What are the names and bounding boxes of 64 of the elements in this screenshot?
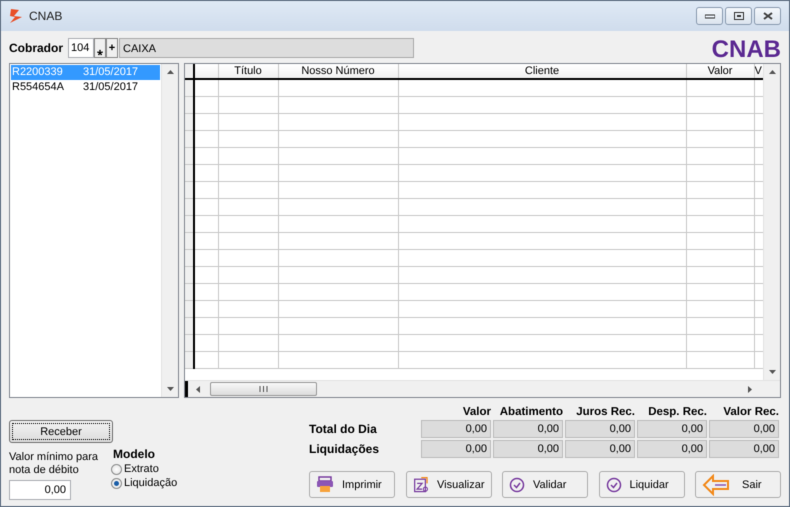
action-button[interactable]: Visualizar (406, 471, 492, 498)
arrow-left-icon (702, 474, 730, 496)
total-field: 0,00 (709, 420, 779, 438)
minimum-value-label: Valor mínimo para nota de débito (9, 451, 100, 477)
maximize-button[interactable] (725, 7, 752, 25)
column-header: Abatimento (498, 406, 563, 418)
modelo-label: Modelo (113, 447, 156, 461)
check-circle-icon (509, 476, 525, 492)
receber-button[interactable]: Receber (9, 420, 113, 443)
column-header[interactable]: Nosso Número (278, 64, 398, 79)
total-field: 0,00 (637, 440, 707, 458)
grip-icon (259, 386, 268, 392)
scroll-right-icon (748, 386, 752, 392)
lookup-button[interactable]: + (106, 38, 118, 58)
column-header[interactable]: Valor (686, 64, 754, 79)
vertical-scrollbar[interactable] (763, 64, 780, 380)
action-button[interactable]: Imprimir (309, 471, 395, 498)
lookup-button[interactable]: ⁎ (94, 38, 106, 58)
document-magnifier-icon (412, 474, 429, 494)
radio-button[interactable] (111, 464, 122, 474)
total-field: 0,00 (565, 440, 635, 458)
total-field: 0,00 (565, 420, 635, 438)
minimum-value-field[interactable]: 0,00 (9, 480, 71, 500)
action-button[interactable]: Validar (502, 471, 588, 498)
column-header[interactable]: Cliente (398, 64, 686, 79)
column-header: Juros Rec. (575, 406, 635, 418)
radio-button[interactable] (111, 478, 122, 488)
radio-label: Extrato (124, 463, 159, 475)
printer-icon (316, 476, 334, 493)
scroll-down-icon (166, 387, 174, 391)
column-header: Valor (462, 406, 491, 418)
minimize-icon (704, 13, 714, 19)
total-field: 0,00 (421, 420, 491, 438)
cobrador-code-field[interactable]: 104 (68, 38, 94, 58)
column-header: Desp. Rec. (647, 406, 707, 418)
radio-label: Liquidação (124, 477, 178, 489)
scroll-down-icon (768, 370, 776, 374)
total-field: 0,00 (709, 440, 779, 458)
minimize-button[interactable] (696, 7, 723, 25)
cobrador-name-field: CAIXA (119, 38, 414, 58)
app-logo-icon (9, 8, 23, 24)
column-header: Valor Rec. (722, 406, 779, 418)
vertical-scrollbar[interactable] (161, 64, 178, 397)
scroll-up-icon (768, 70, 776, 74)
cobrador-label: Cobrador (9, 41, 63, 55)
total-field: 0,00 (493, 420, 563, 438)
row-label: Total do Dia (309, 422, 378, 436)
scroll-left-icon (196, 386, 200, 392)
scroll-up-icon (166, 70, 174, 74)
check-circle-icon (606, 476, 622, 492)
close-button[interactable] (754, 7, 781, 25)
action-button[interactable]: Sair (695, 471, 781, 498)
total-field: 0,00 (493, 440, 563, 458)
close-icon (762, 12, 772, 20)
maximize-icon (734, 12, 744, 20)
column-header[interactable]: Título (218, 64, 278, 79)
remessa-item[interactable]: R554654A 31/05/2017 (11, 80, 160, 95)
total-field: 0,00 (637, 420, 707, 438)
brand-title: CNAB (712, 36, 781, 64)
total-field: 0,00 (421, 440, 491, 458)
action-button[interactable]: Liquidar (598, 471, 684, 498)
row-label: Liquidações (309, 442, 380, 456)
horizontal-scrollbar[interactable] (185, 380, 780, 397)
window-title: CNAB (29, 9, 62, 23)
